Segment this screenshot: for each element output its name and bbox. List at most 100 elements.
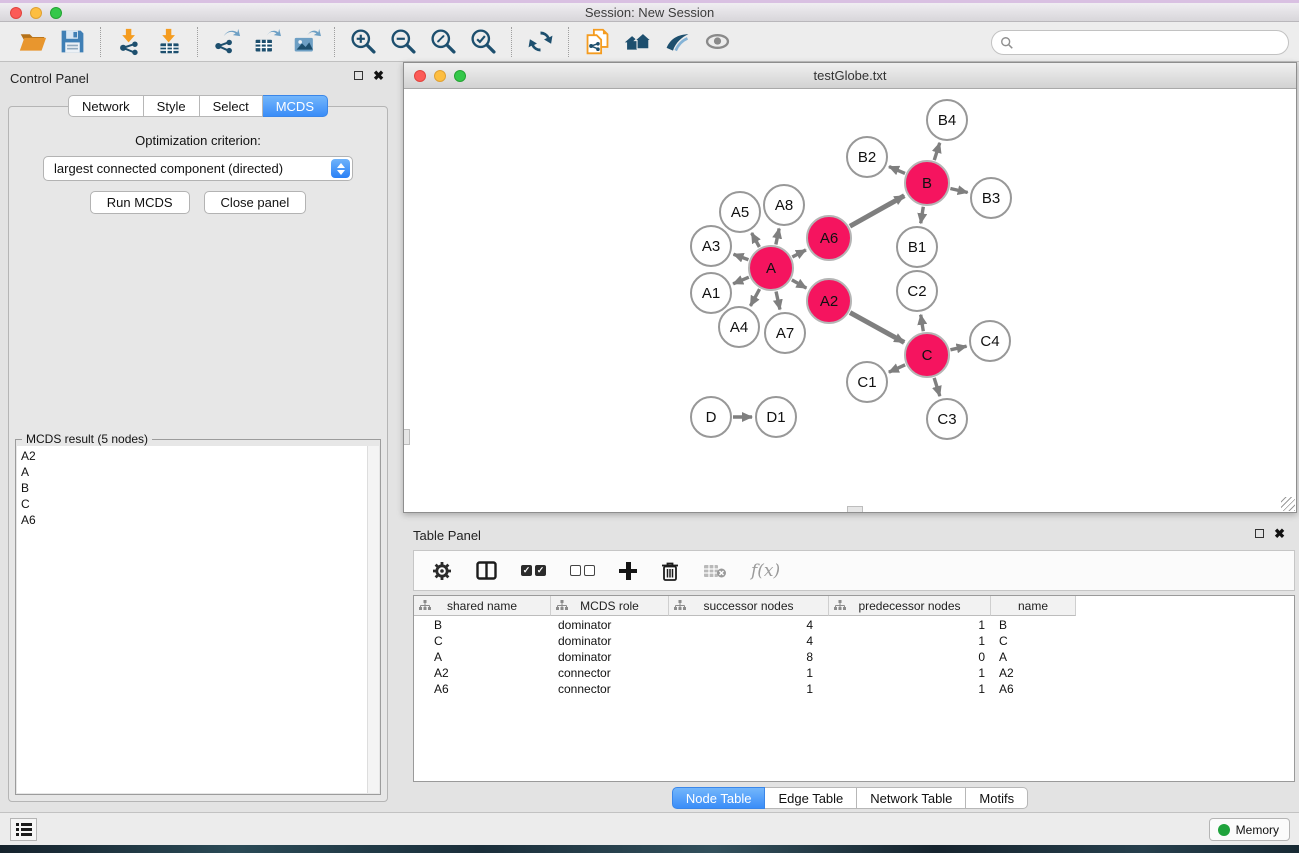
export-table-button[interactable]: [246, 25, 286, 59]
graph-node-A3[interactable]: A3: [690, 225, 732, 267]
edge-C-C1[interactable]: [889, 365, 905, 372]
optimization-criterion-select[interactable]: largest connected component (directed): [43, 156, 353, 181]
resize-grip[interactable]: [1281, 497, 1295, 511]
table-row[interactable]: Adominator80A: [414, 650, 1294, 666]
column-header-successor-nodes[interactable]: successor nodes: [669, 596, 829, 616]
graph-node-A2[interactable]: A2: [806, 278, 852, 324]
edge-C-C3[interactable]: [934, 378, 940, 396]
graph-node-A4[interactable]: A4: [718, 306, 760, 348]
delete-table-button[interactable]: [703, 556, 727, 586]
graph-node-D[interactable]: D: [690, 396, 732, 438]
graph-node-A7[interactable]: A7: [764, 312, 806, 354]
edge-A-A3[interactable]: [734, 254, 749, 259]
home-neighborhood-button[interactable]: [617, 25, 657, 59]
float-panel-icon[interactable]: [1255, 529, 1264, 538]
graph-node-B1[interactable]: B1: [896, 226, 938, 268]
select-all-button[interactable]: ✓ ✓: [521, 556, 546, 586]
table-row[interactable]: A6connector11A6: [414, 682, 1294, 698]
show-all-button[interactable]: [697, 25, 737, 59]
graph-node-D1[interactable]: D1: [755, 396, 797, 438]
table-tab-network-table[interactable]: Network Table: [857, 787, 966, 809]
edge-A-A1[interactable]: [733, 277, 749, 284]
table-tab-node-table[interactable]: Node Table: [672, 787, 766, 809]
task-history-button[interactable]: [10, 818, 37, 841]
edge-A-A6[interactable]: [792, 250, 806, 257]
export-image-button[interactable]: [286, 25, 326, 59]
mcds-result-list[interactable]: A2ABCA6: [17, 446, 367, 793]
network-canvas[interactable]: B4 B2 B B3 A5A8A6 A3 B1 A A1 C2 A2 A4A7 C4 C C1 D D1 C3: [404, 89, 1296, 512]
close-panel-button[interactable]: Close panel: [204, 191, 307, 214]
open-session-button[interactable]: [12, 25, 52, 59]
edge-A-A7[interactable]: [776, 291, 780, 309]
column-header-shared-name[interactable]: shared name: [414, 596, 551, 616]
table-settings-button[interactable]: [432, 556, 452, 586]
search-input[interactable]: [1014, 35, 1288, 50]
graph-node-B3[interactable]: B3: [970, 177, 1012, 219]
edge-A6-B[interactable]: [850, 196, 904, 227]
edge-A-A2[interactable]: [792, 280, 807, 288]
table-tab-motifs[interactable]: Motifs: [966, 787, 1028, 809]
node-table[interactable]: shared nameMCDS rolesuccessor nodesprede…: [413, 595, 1295, 782]
graph-node-B4[interactable]: B4: [926, 99, 968, 141]
zoom-out-button[interactable]: [383, 25, 423, 59]
graph-node-A6[interactable]: A6: [806, 215, 852, 261]
column-header-name[interactable]: name: [991, 596, 1076, 616]
graph-node-C[interactable]: C: [904, 332, 950, 378]
zoom-selected-button[interactable]: [463, 25, 503, 59]
edge-C-C4[interactable]: [950, 346, 966, 350]
import-table-button[interactable]: [149, 25, 189, 59]
edge-B-B2[interactable]: [889, 167, 905, 174]
result-list-item[interactable]: C: [21, 496, 367, 512]
delete-column-button[interactable]: [661, 556, 679, 586]
table-tab-edge-table[interactable]: Edge Table: [765, 787, 857, 809]
save-session-button[interactable]: [52, 25, 92, 59]
graph-node-A1[interactable]: A1: [690, 272, 732, 314]
column-header-predecessor-nodes[interactable]: predecessor nodes: [829, 596, 991, 616]
column-header-MCDS-role[interactable]: MCDS role: [551, 596, 669, 616]
edge-A-A8[interactable]: [776, 229, 779, 245]
run-mcds-button[interactable]: Run MCDS: [90, 191, 190, 214]
edge-B-B1[interactable]: [921, 207, 924, 224]
tab-mcds[interactable]: MCDS: [263, 95, 328, 117]
result-list-item[interactable]: A: [21, 464, 367, 480]
result-list-item[interactable]: A2: [21, 448, 367, 464]
show-column-panel-button[interactable]: [476, 556, 497, 586]
result-scrollbar[interactable]: [367, 446, 379, 793]
import-network-button[interactable]: [109, 25, 149, 59]
close-panel-icon[interactable]: ✖: [373, 71, 384, 80]
edge-A-A5[interactable]: [752, 233, 760, 247]
graph-node-A5[interactable]: A5: [719, 191, 761, 233]
close-panel-icon[interactable]: ✖: [1274, 529, 1285, 538]
memory-button[interactable]: Memory: [1209, 818, 1290, 841]
edge-B-B4[interactable]: [934, 143, 939, 160]
zoom-in-button[interactable]: [343, 25, 383, 59]
table-row[interactable]: Bdominator41B: [414, 618, 1294, 634]
float-panel-icon[interactable]: [354, 71, 363, 80]
edge-A-A4[interactable]: [750, 289, 759, 306]
tab-network[interactable]: Network: [68, 95, 144, 117]
tab-style[interactable]: Style: [144, 95, 200, 117]
zoom-fit-button[interactable]: [423, 25, 463, 59]
graph-node-B2[interactable]: B2: [846, 136, 888, 178]
table-row[interactable]: Cdominator41C: [414, 634, 1294, 650]
graph-node-C3[interactable]: C3: [926, 398, 968, 440]
graph-node-C4[interactable]: C4: [969, 320, 1011, 362]
result-list-item[interactable]: A6: [21, 512, 367, 528]
network-window-titlebar[interactable]: testGlobe.txt: [404, 63, 1296, 89]
graph-node-A8[interactable]: A8: [763, 184, 805, 226]
graph-node-B[interactable]: B: [904, 160, 950, 206]
edge-C-C2[interactable]: [921, 315, 924, 332]
deselect-all-button[interactable]: [570, 556, 595, 586]
copy-network-button[interactable]: [577, 25, 617, 59]
edge-B-B3[interactable]: [950, 188, 967, 192]
edge-A2-C[interactable]: [850, 313, 904, 343]
left-scroll-nub[interactable]: [404, 429, 410, 445]
function-builder-button[interactable]: f(x): [751, 556, 780, 586]
graph-node-A[interactable]: A: [748, 245, 794, 291]
table-row[interactable]: A2connector11A2: [414, 666, 1294, 682]
refresh-button[interactable]: [520, 25, 560, 59]
hide-selected-button[interactable]: [657, 25, 697, 59]
graph-node-C1[interactable]: C1: [846, 361, 888, 403]
graph-node-C2[interactable]: C2: [896, 270, 938, 312]
export-network-button[interactable]: [206, 25, 246, 59]
